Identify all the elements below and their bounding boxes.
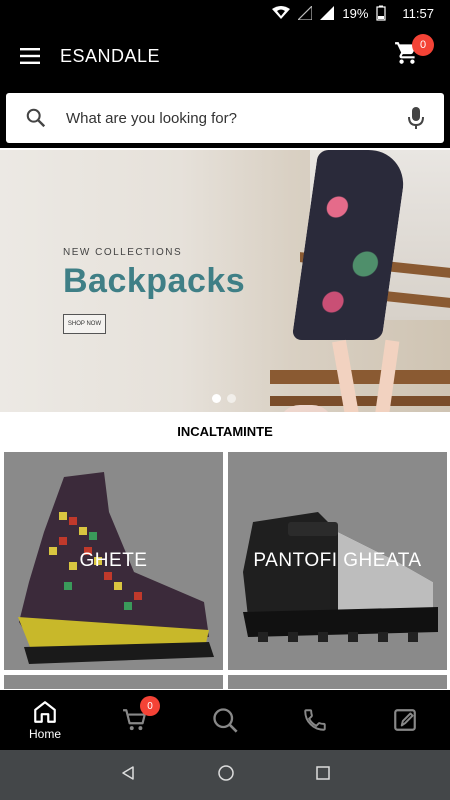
search-box: [6, 93, 444, 143]
carousel-indicator: [212, 394, 236, 403]
signal-icon: [320, 6, 335, 20]
recents-icon[interactable]: [315, 765, 330, 785]
edit-icon: [394, 709, 416, 731]
status-bar: 19% 11:57: [0, 0, 450, 26]
clock: 11:57: [402, 5, 434, 21]
microphone-icon[interactable]: [388, 106, 444, 130]
search-icon[interactable]: [6, 107, 66, 129]
cart-count-badge: 0: [140, 696, 160, 716]
phone-icon: [304, 709, 326, 731]
nav-edit[interactable]: [360, 690, 450, 750]
wifi-icon: [272, 6, 291, 20]
carousel-dot-active[interactable]: [212, 394, 221, 403]
category-label: PANTOFI GHEATA: [253, 550, 422, 571]
app-bar: ESANDALE 0: [0, 26, 450, 86]
back-icon[interactable]: [120, 765, 136, 786]
app-title: ESANDALE: [60, 45, 161, 66]
banner-subtitle: NEW COLLECTIONS: [63, 247, 183, 258]
section-title: INCALTAMINTE: [0, 412, 450, 450]
nav-cart[interactable]: 0: [90, 690, 180, 750]
shop-now-button[interactable]: SHOP NOW: [63, 314, 106, 334]
cart-count-badge: 0: [412, 34, 434, 56]
battery-percent: 19%: [342, 5, 369, 21]
banner-title: Backpacks: [63, 262, 246, 300]
carousel-dot[interactable]: [227, 394, 236, 403]
system-navigation-bar: [0, 750, 450, 800]
category-tile[interactable]: [4, 675, 223, 689]
battery-icon: [376, 5, 387, 21]
nav-home-label: Home: [28, 727, 61, 741]
signal-empty-icon: [298, 6, 313, 20]
banner-text: NEW COLLECTIONS Backpacks: [63, 247, 245, 301]
menu-button[interactable]: [0, 26, 60, 86]
search-icon: [213, 708, 238, 733]
category-label: GHETE: [79, 550, 148, 571]
category-tile-ghete[interactable]: GHETE: [4, 452, 223, 670]
pink-backpack-image: [278, 405, 334, 412]
search-bar-container: [0, 86, 450, 148]
hamburger-icon: [20, 48, 40, 64]
nav-search[interactable]: [180, 690, 270, 750]
search-input[interactable]: [66, 109, 388, 127]
category-tile-pantofi-gheata[interactable]: PANTOFI GHEATA: [228, 452, 447, 670]
category-tile[interactable]: [228, 675, 447, 689]
nav-home[interactable]: Home: [0, 690, 90, 750]
nav-phone[interactable]: [270, 690, 360, 750]
home-icon: [34, 701, 56, 723]
bottom-navigation: Home 0: [0, 690, 450, 750]
home-circle-icon[interactable]: [217, 764, 235, 787]
